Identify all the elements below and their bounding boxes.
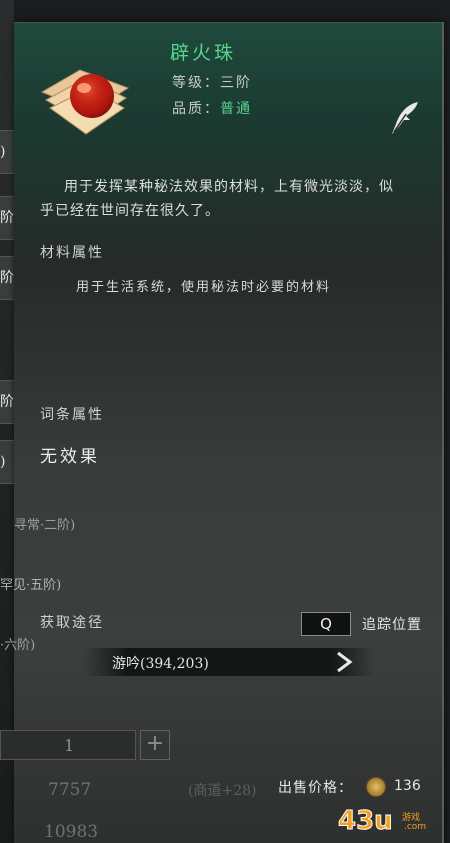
bg-tab[interactable]: 阶 — [0, 380, 15, 424]
item-name: 辟火珠 — [170, 42, 237, 64]
item-tooltip-panel — [14, 22, 444, 843]
track-position-button[interactable]: 追踪位置 — [362, 614, 422, 634]
trade-bonus: (商道+28) — [188, 783, 257, 799]
bg-tab[interactable]: 阶 — [0, 196, 15, 240]
total-value: 10983 — [44, 822, 99, 842]
watermark-domain: .com — [404, 822, 427, 832]
bg-tab-text: 阶 — [0, 210, 14, 226]
item-level: 等级：三阶 — [172, 72, 252, 92]
quantity-value: 1 — [64, 736, 75, 755]
coin-icon — [366, 777, 386, 797]
quality-label: 品质： — [172, 101, 220, 117]
source-title: 获取途径 — [40, 615, 104, 631]
bg-rank-label: ·六阶) — [0, 638, 36, 653]
chevron-right-icon[interactable] — [334, 651, 354, 673]
material-attr-text: 用于生活系统，使用秘法时必要的材料 — [76, 280, 332, 295]
sell-price-label: 出售价格： — [278, 780, 353, 796]
bg-rank-label: 罕见·五阶) — [0, 578, 62, 593]
level-value: 三阶 — [220, 75, 252, 91]
quill-icon[interactable] — [388, 100, 422, 136]
bg-tab-text: 阶 — [0, 270, 14, 286]
quantity-plus-button[interactable]: + — [140, 730, 170, 760]
bg-tab[interactable]: 阶 — [0, 256, 15, 300]
level-label: 等级： — [172, 75, 220, 91]
track-hotkey[interactable]: Q — [301, 612, 351, 636]
watermark-logo: 43u — [338, 806, 394, 837]
item-description: 用于发挥某种秘法效果的材料，上有微光淡淡，似乎已经在世间存在很久了。 — [40, 179, 394, 219]
total-value: 7757 — [48, 780, 92, 800]
bg-tab[interactable]: ) — [0, 130, 15, 174]
fire-pearl-icon — [40, 69, 130, 135]
bg-tab-text: ) — [0, 454, 6, 470]
sell-price-value: 136 — [394, 778, 421, 794]
bg-rank-label: 寻常·二阶) — [14, 518, 76, 533]
source-location-text: 游吟(394,203) — [112, 656, 209, 672]
entry-attr-value: 无效果 — [40, 447, 100, 467]
bg-tab[interactable]: ) — [0, 440, 15, 484]
bg-tab-text: 阶 — [0, 394, 14, 410]
entry-attr-title: 词条属性 — [40, 407, 104, 423]
quality-value: 普通 — [220, 101, 252, 117]
material-attr-title: 材料属性 — [40, 245, 104, 261]
bg-tab-text: ) — [0, 144, 6, 160]
item-quality: 品质：普通 — [172, 98, 252, 118]
